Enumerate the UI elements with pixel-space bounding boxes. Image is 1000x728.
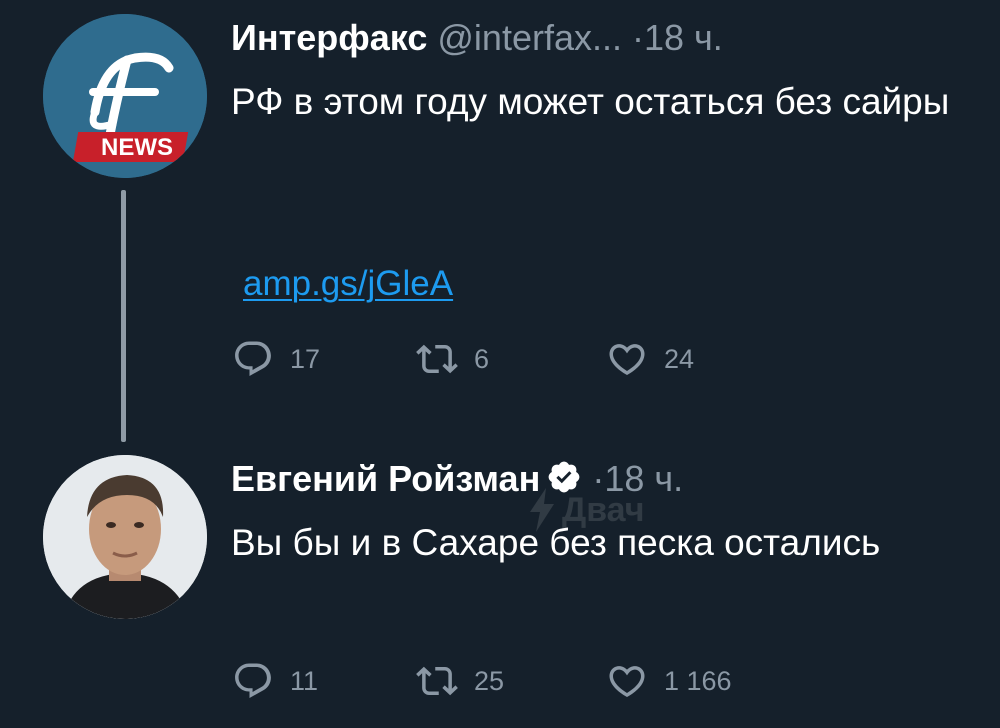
reply-icon bbox=[235, 341, 271, 376]
tweet-1-header: Интерфакс @interfax... ·18 ч. bbox=[231, 16, 723, 60]
like-count: 24 bbox=[664, 343, 695, 374]
interfax-logo: NEWS bbox=[43, 14, 207, 178]
tweet-link[interactable]: amp.gs/jGleA bbox=[243, 264, 453, 304]
retweet-count: 6 bbox=[474, 343, 490, 374]
roizman-avatar[interactable] bbox=[43, 455, 207, 619]
portrait-photo bbox=[43, 455, 207, 619]
heart-icon bbox=[609, 666, 645, 698]
reply-count: 11 bbox=[290, 665, 319, 696]
author-name[interactable]: Евгений Ройзман bbox=[231, 458, 540, 499]
thread-connector-line bbox=[121, 190, 126, 442]
tweet-2-text: Вы бы и в Сахаре без песка остались bbox=[231, 522, 881, 563]
retweet-button[interactable]: 25 bbox=[416, 660, 504, 702]
reply-count: 17 bbox=[290, 343, 321, 374]
tweet-time[interactable]: 18 ч. bbox=[644, 17, 723, 58]
heart-icon bbox=[609, 344, 645, 376]
retweet-count: 25 bbox=[474, 665, 505, 696]
author-name[interactable]: Интерфакс bbox=[231, 17, 427, 58]
retweet-icon bbox=[416, 666, 458, 696]
retweet-icon bbox=[416, 344, 458, 374]
reply-icon bbox=[235, 663, 271, 698]
like-button[interactable]: 1 166 bbox=[606, 660, 732, 702]
like-count: 1 166 bbox=[664, 665, 732, 696]
author-handle[interactable]: @interfax... bbox=[437, 17, 622, 58]
reply-button[interactable]: 11 bbox=[232, 660, 318, 702]
dot-separator: · bbox=[632, 17, 644, 58]
retweet-button[interactable]: 6 bbox=[416, 338, 489, 380]
reply-button[interactable]: 17 bbox=[232, 338, 320, 380]
tweet-1-text: РФ в этом году может остаться без сайры bbox=[231, 81, 950, 122]
news-badge-text: NEWS bbox=[101, 134, 173, 161]
like-button[interactable]: 24 bbox=[606, 338, 694, 380]
interfax-avatar[interactable]: NEWS bbox=[43, 14, 207, 178]
